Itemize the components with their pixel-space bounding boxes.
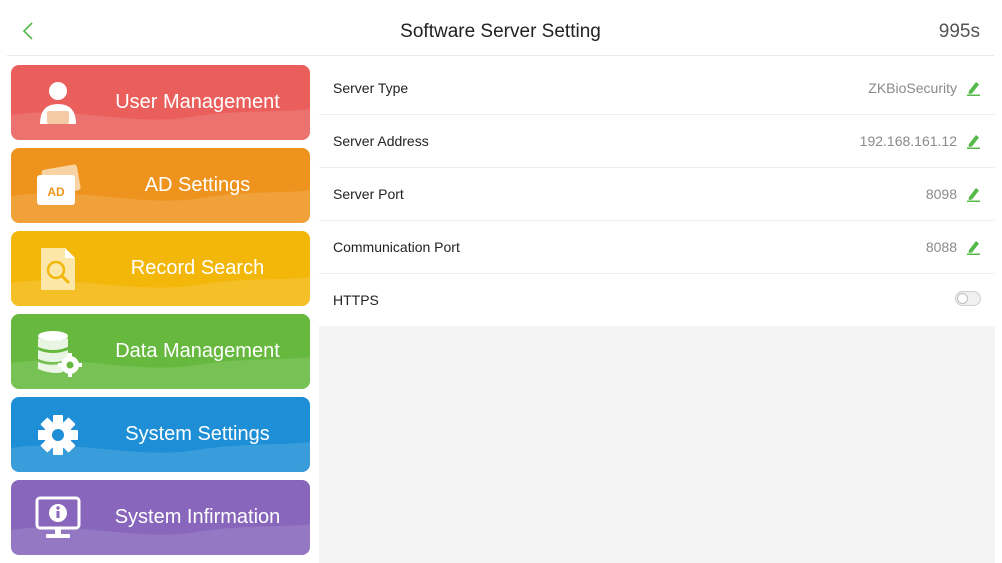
toggle-knob (957, 293, 968, 304)
menu-tile-data-management[interactable]: Data Management (11, 314, 310, 389)
setting-value: ZKBioSecurity (868, 80, 957, 96)
menu-tile-label: System Infirmation (114, 506, 281, 528)
setting-row-communication-port[interactable]: Communication Port 8088 (319, 221, 995, 274)
setting-row-server-address[interactable]: Server Address 192.168.161.12 (319, 115, 995, 168)
menu-tile-system-information[interactable]: System Infirmation (11, 480, 310, 555)
setting-label: Server Type (333, 80, 409, 96)
menu-tile-label: User Management (115, 91, 280, 113)
setting-value: 8098 (925, 186, 957, 202)
menu-tile-label: Data Management (115, 340, 280, 362)
settings-panel: Server Type ZKBioSecurity Server Address… (319, 62, 995, 563)
edit-pencil-icon[interactable] (966, 80, 980, 96)
setting-value: 8088 (925, 239, 957, 255)
menu-tile-system-settings[interactable]: System Settings (11, 397, 310, 472)
monitor-info-icon (35, 496, 81, 538)
search-record-icon (41, 248, 75, 290)
https-toggle[interactable] (955, 291, 981, 306)
menu-tile-label: Record Search (130, 257, 265, 279)
edit-pencil-icon[interactable] (966, 239, 980, 255)
edit-pencil-icon[interactable] (966, 186, 980, 202)
ad-icon: AD (37, 164, 81, 205)
setting-row-server-type[interactable]: Server Type ZKBioSecurity (319, 62, 995, 115)
side-menu: User Management AD AD Settings Record Se… (11, 65, 310, 563)
menu-tile-ad-settings[interactable]: AD AD Settings (11, 148, 310, 223)
setting-row-https[interactable]: HTTPS (319, 274, 995, 326)
gear-icon (38, 415, 78, 455)
page-title: Software Server Setting (400, 21, 601, 42)
setting-label: Server Port (333, 186, 404, 202)
menu-tile-user-management[interactable]: User Management (11, 65, 310, 140)
svg-text:AD: AD (47, 185, 65, 199)
countdown-timer: 995s (938, 21, 980, 42)
edit-pencil-icon[interactable] (966, 133, 980, 149)
database-gear-icon (38, 331, 82, 377)
settings-list: Server Type ZKBioSecurity Server Address… (319, 62, 995, 326)
setting-label: Communication Port (333, 239, 460, 255)
setting-label: HTTPS (333, 292, 379, 308)
user-icon (40, 82, 76, 124)
setting-row-server-port[interactable]: Server Port 8098 (319, 168, 995, 221)
menu-tile-label: AD Settings (144, 174, 251, 196)
menu-tile-record-search[interactable]: Record Search (11, 231, 310, 306)
top-bar: Software Server Setting 995s (7, 8, 994, 56)
setting-label: Server Address (333, 133, 429, 149)
menu-tile-label: System Settings (125, 423, 270, 445)
setting-value: 192.168.161.12 (859, 133, 957, 149)
